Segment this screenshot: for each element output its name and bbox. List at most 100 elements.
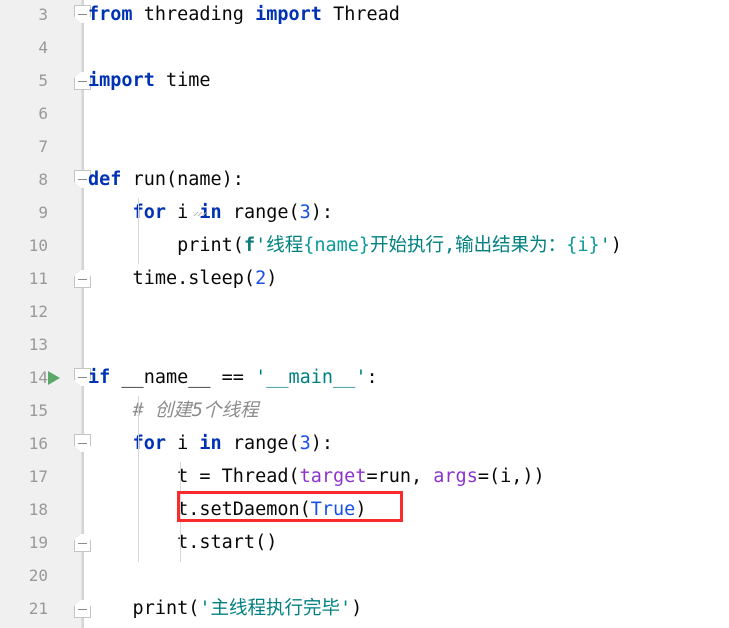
fold-marker-bar bbox=[78, 81, 87, 82]
code-token-plain: t.start() bbox=[88, 532, 278, 553]
code-token-fstr: ' bbox=[599, 235, 611, 256]
code-token-kw: if bbox=[88, 367, 122, 388]
code-token-plain: ) bbox=[351, 598, 363, 619]
code-token-plain: time bbox=[165, 70, 211, 91]
code-token-plain: : bbox=[366, 367, 378, 388]
code-token-plain: ): bbox=[310, 433, 334, 454]
code-text[interactable]: def run(name): bbox=[88, 163, 244, 196]
line-number: 4 bbox=[38, 38, 48, 57]
line-number: 18 bbox=[28, 500, 48, 519]
code-token-plain: print( bbox=[88, 235, 244, 256]
fold-marker-bar bbox=[78, 443, 87, 444]
line-number: 19 bbox=[28, 533, 48, 552]
code-token-plain: ) bbox=[266, 268, 278, 289]
line-number: 8 bbox=[38, 170, 48, 189]
code-line[interactable]: 21 print('主线程执行完毕') bbox=[0, 592, 729, 625]
code-line[interactable]: 9 for i in range(3): bbox=[0, 196, 729, 229]
code-token-num: 3 bbox=[299, 433, 311, 454]
code-token-plain: ): bbox=[310, 202, 334, 223]
code-token-plain: threading bbox=[143, 4, 256, 25]
code-text[interactable]: time.sleep(2) bbox=[88, 262, 278, 295]
line-number: 11 bbox=[28, 269, 48, 288]
line-number: 12 bbox=[28, 302, 48, 321]
code-line[interactable]: 6 bbox=[0, 97, 729, 130]
code-token-fstrx: {name} bbox=[303, 235, 371, 256]
fold-marker-bar bbox=[78, 609, 87, 610]
code-line[interactable]: 17 t = Thread(target=run, args=(i,)) bbox=[0, 460, 729, 493]
code-token-cmt: # 创建5个线程 bbox=[132, 400, 259, 421]
code-token-plain: t = Thread( bbox=[88, 466, 300, 487]
code-token-kw: in bbox=[199, 433, 233, 454]
code-token-num: True bbox=[310, 499, 356, 520]
code-text[interactable]: print('主线程执行完毕') bbox=[88, 592, 363, 625]
code-token-kw: from bbox=[88, 4, 144, 25]
code-token-fprefix: f bbox=[243, 235, 256, 256]
code-token-fstr: 开始执行,输出结果为： bbox=[370, 235, 567, 256]
code-line[interactable]: 16 for i in range(3): bbox=[0, 427, 729, 460]
line-number: 7 bbox=[38, 137, 48, 156]
code-text[interactable]: if __name__ == '__main__': bbox=[88, 361, 378, 394]
code-token-kw: def bbox=[88, 169, 133, 190]
code-line[interactable]: 10 print(f'线程{name}开始执行,输出结果为：{i}') bbox=[0, 229, 729, 262]
line-number: 3 bbox=[38, 5, 48, 24]
code-text[interactable]: for i in range(3): bbox=[88, 196, 334, 229]
code-token-plain: range( bbox=[232, 433, 300, 454]
code-token-plain: ) bbox=[610, 235, 622, 256]
code-text[interactable]: for i in range(3): bbox=[88, 427, 334, 460]
code-token-plain: range( bbox=[232, 202, 300, 223]
code-token-kwarg: target bbox=[299, 466, 367, 487]
code-token-plain: i bbox=[177, 433, 200, 454]
code-line[interactable]: 4 bbox=[0, 31, 729, 64]
line-number: 13 bbox=[28, 335, 48, 354]
code-line[interactable]: 5 import time bbox=[0, 64, 729, 97]
fold-marker-bar bbox=[78, 279, 87, 280]
code-token-plain: =run, bbox=[366, 466, 434, 487]
code-text[interactable]: t = Thread(target=run, args=(i,)) bbox=[88, 460, 545, 493]
code-token-plain: t.setDaemon( bbox=[88, 499, 311, 520]
code-token-num: 3 bbox=[299, 202, 311, 223]
code-line[interactable]: 14 if __name__ == '__main__': bbox=[0, 361, 729, 394]
code-token-fstr: '__main__' bbox=[255, 367, 367, 388]
code-token-plain: time.sleep( bbox=[88, 268, 256, 289]
code-text[interactable]: from threading import Thread bbox=[88, 0, 400, 31]
code-text[interactable]: t.setDaemon(True) bbox=[88, 493, 366, 526]
code-text[interactable]: t.start() bbox=[88, 526, 277, 559]
code-line[interactable]: 12 bbox=[0, 295, 729, 328]
code-line[interactable]: 19 t.start() bbox=[0, 526, 729, 559]
code-token-plain: print( bbox=[88, 598, 200, 619]
line-number: 20 bbox=[28, 566, 48, 585]
code-token-kwarg: args bbox=[433, 466, 478, 487]
code-editor[interactable]: 3 from threading import Thread 4 5 import ti… bbox=[0, 0, 729, 628]
line-number: 16 bbox=[28, 434, 48, 453]
code-line[interactable]: 15 # 创建5个线程 bbox=[0, 394, 729, 427]
code-line[interactable]: 11 time.sleep(2) bbox=[0, 262, 729, 295]
code-token-plain: __name__ == bbox=[121, 367, 256, 388]
code-token-kw: for bbox=[132, 202, 178, 223]
fold-marker-bar bbox=[78, 377, 87, 378]
fold-marker-bar bbox=[78, 179, 87, 180]
code-token-plain: ) bbox=[355, 499, 367, 520]
code-token-fstr: '线程 bbox=[255, 235, 304, 256]
code-line[interactable]: 8 def run(name): bbox=[0, 163, 729, 196]
line-number: 6 bbox=[38, 104, 48, 123]
code-line[interactable]: 20 bbox=[0, 559, 729, 592]
line-number: 5 bbox=[38, 71, 48, 90]
code-token-fstrx: {i} bbox=[566, 235, 600, 256]
code-line[interactable]: 13 bbox=[0, 328, 729, 361]
indent-guide-line bbox=[180, 462, 181, 562]
code-text[interactable]: print(f'线程{name}开始执行,输出结果为：{i}') bbox=[88, 229, 622, 262]
run-triangle-icon[interactable] bbox=[48, 371, 60, 385]
code-token-plain: =(i,)) bbox=[477, 466, 545, 487]
code-line[interactable]: 3 from threading import Thread bbox=[0, 0, 729, 31]
code-text[interactable]: import time bbox=[88, 64, 211, 97]
squiggly-underline bbox=[193, 212, 206, 216]
indent-guide-line bbox=[138, 396, 139, 562]
code-token-kw: import bbox=[88, 70, 166, 91]
code-text[interactable]: # 创建5个线程 bbox=[88, 394, 259, 427]
code-line[interactable]: 7 bbox=[0, 130, 729, 163]
code-token-plain: Thread bbox=[333, 4, 400, 25]
line-number: 10 bbox=[28, 236, 48, 255]
code-line[interactable]: 18 t.setDaemon(True) bbox=[0, 493, 729, 526]
